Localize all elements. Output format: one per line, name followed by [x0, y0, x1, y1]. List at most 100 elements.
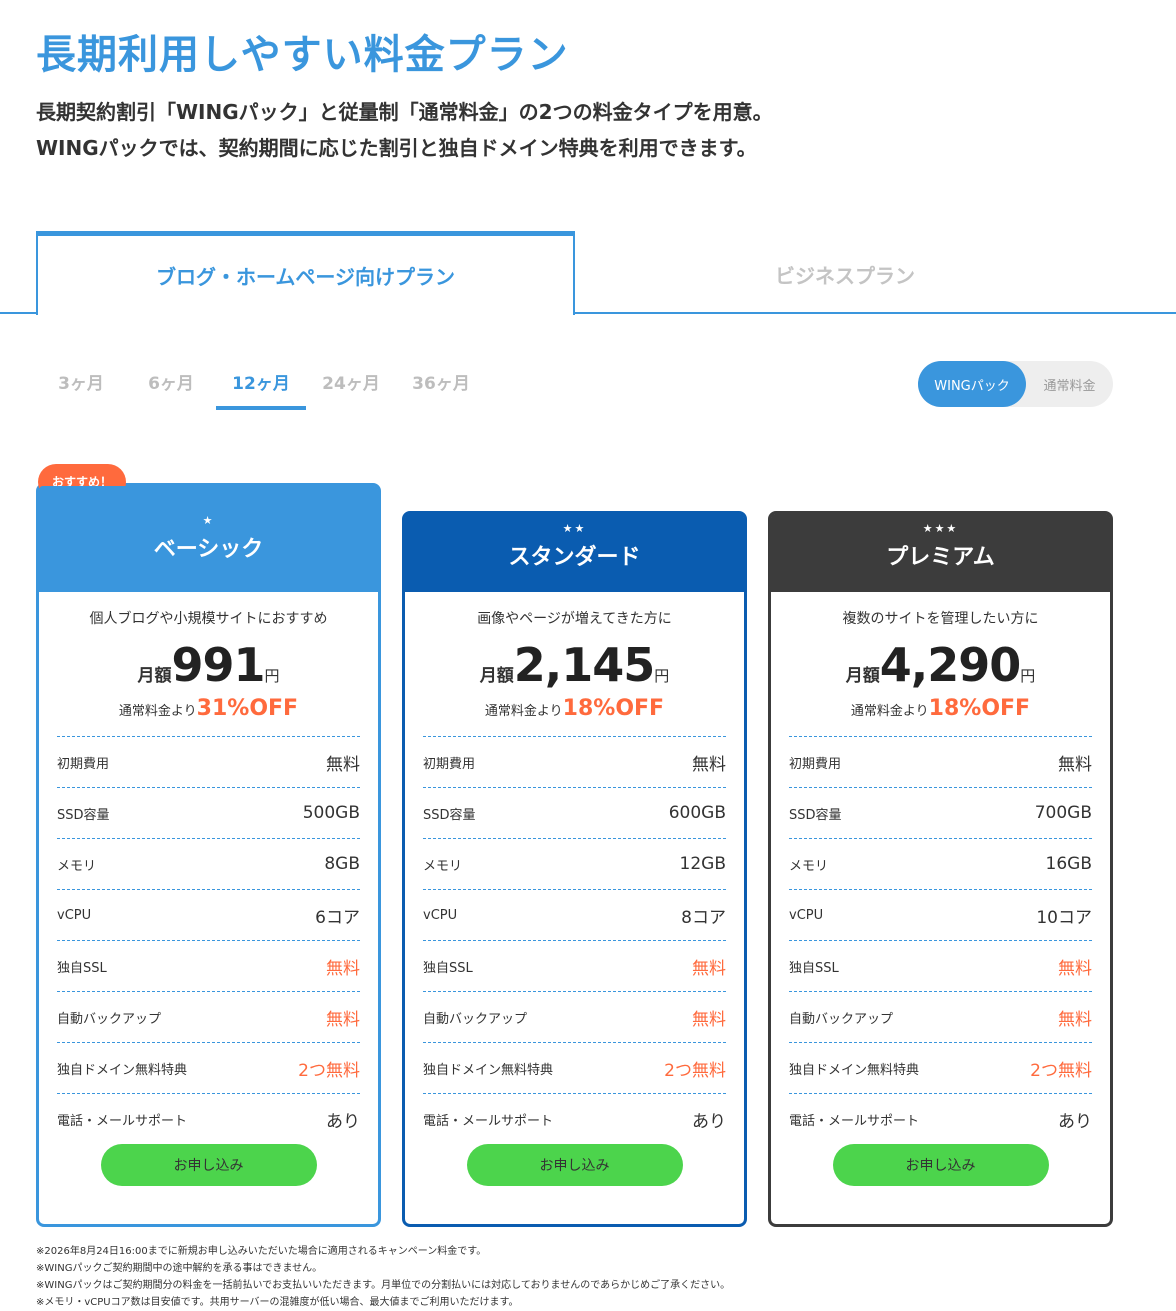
spec-label: 電話・メールサポート	[57, 1113, 188, 1129]
spec-row: SSD容量 500GB	[57, 787, 360, 838]
period-tab-36-months[interactable]: 36ヶ月	[396, 364, 486, 410]
lead-text: 長期契約割引「WINGパック」と従量制「通常料金」の2つの料金タイプを用意。 W…	[36, 94, 773, 166]
apply-button[interactable]: お申し込み	[466, 1144, 683, 1186]
spec-row: 初期費用 無料	[57, 736, 360, 787]
spec-row: 独自SSL 無料	[789, 940, 1092, 991]
plan-stars: ★	[202, 514, 215, 527]
spec-value: 2つ無料	[664, 1060, 726, 1081]
price-unit: 円	[1020, 667, 1036, 685]
apply-button[interactable]: お申し込み	[832, 1144, 1049, 1186]
price-unit: 円	[654, 667, 670, 685]
spec-value: 600GB	[668, 803, 726, 823]
plan-card-header: ★★★ プレミアム	[771, 514, 1110, 592]
price-prefix: 月額	[845, 666, 880, 686]
spec-row: 電話・メールサポート あり	[57, 1093, 360, 1144]
spec-label: 初期費用	[423, 756, 476, 772]
spec-row: メモリ 8GB	[57, 838, 360, 889]
spec-value: 無料	[1058, 1009, 1092, 1030]
spec-row: SSD容量 600GB	[423, 787, 726, 838]
plan-price: 月額4,290円	[789, 638, 1092, 694]
spec-label: 独自ドメイン無料特典	[789, 1062, 920, 1078]
page-title: 長期利用しやすい料金プラン	[36, 32, 569, 78]
spec-row: メモリ 12GB	[423, 838, 726, 889]
footnote: ※2026年8月24日16:00までに新規お申し込みいただいた場合に適用されるキ…	[36, 1246, 487, 1257]
spec-value: 700GB	[1034, 803, 1092, 823]
discount-label: 通常料金より	[118, 704, 197, 719]
spec-row: 自動バックアップ 無料	[789, 991, 1092, 1042]
price-amount: 4,290	[879, 638, 1022, 692]
period-tab-12-months[interactable]: 12ヶ月	[216, 364, 306, 410]
spec-label: メモリ	[423, 858, 463, 874]
spec-row: SSD容量 700GB	[789, 787, 1092, 838]
footnote: ※WINGパックはご契約期間分の料金を一括前払いでお支払いいただきます。月単位で…	[36, 1280, 731, 1291]
spec-label: vCPU	[57, 907, 92, 923]
toggle-wing-pack[interactable]: WINGパック	[918, 361, 1026, 407]
plan-discount: 通常料金より31%OFF	[57, 696, 360, 726]
tab-blog-homepage[interactable]: ブログ・ホームページ向けプラン	[36, 231, 575, 315]
period-tab-24-months[interactable]: 24ヶ月	[306, 364, 396, 410]
plan-tagline: 複数のサイトを管理したい方に	[842, 611, 1039, 627]
plan-card-body: 個人ブログや小規模サイトにおすすめ 月額991円 通常料金より31%OFF 初期費用無…	[39, 608, 378, 1186]
spec-list: 初期費用 無料 SSD容量 700GB メモリ 16GB vCPU 10コア 独自SSL 無料 自動…	[789, 736, 1092, 1144]
spec-value: 500GB	[302, 803, 360, 823]
spec-value: 8GB	[324, 854, 360, 874]
plan-card-body: 画像やページが増えてきた方に月額2,145円通常料金より18%OFF 初期費用 無料…	[405, 608, 744, 1186]
spec-value: 無料	[326, 754, 360, 775]
discount-rate: 18%OFF	[562, 696, 665, 721]
spec-label: 独自SSL	[423, 960, 473, 976]
footnotes: ※2026年8月24日16:00までに新規お申し込みいただいた場合に適用されるキ…	[36, 1243, 730, 1311]
plan-tagline: 画像やページが増えてきた方に	[477, 611, 672, 627]
spec-row: vCPU 6コア	[57, 889, 360, 940]
spec-label: メモリ	[57, 858, 97, 874]
discount-rate: 31%OFF	[196, 696, 299, 721]
plan-discount: 通常料金より18%OFF	[423, 696, 726, 726]
spec-value: 12GB	[679, 854, 726, 874]
spec-value: 6コア	[315, 907, 360, 928]
spec-row: 初期費用 無料	[423, 736, 726, 787]
spec-label: vCPU	[423, 907, 458, 923]
spec-label: 初期費用	[789, 756, 842, 772]
plan-card-header: ★ ベーシック	[39, 486, 378, 592]
spec-row: 独自ドメイン無料特典 2つ無料	[57, 1042, 360, 1093]
spec-value: 10コア	[1036, 907, 1092, 928]
plan-stars: ★★★	[922, 522, 959, 535]
discount-label: 通常料金より	[484, 704, 563, 719]
spec-row: vCPU 8コア	[423, 889, 726, 940]
plan-card-body: 複数のサイトを管理したい方に 月額4,290円 通常料金より18%OFF 初期費用 無料…	[771, 608, 1110, 1186]
spec-label: SSD容量	[57, 807, 110, 823]
spec-label: メモリ	[789, 858, 829, 874]
period-tab-3-months[interactable]: 3ヶ月	[36, 364, 126, 410]
toggle-regular-price[interactable]: 通常料金	[1026, 361, 1113, 407]
plan-card-basic: おすすめ！ ★ ベーシック 個人ブログや小規模サイトにおすすめ 月額991円 通常料…	[36, 464, 381, 1227]
spec-value: 無料	[1058, 958, 1092, 979]
spec-label: 自動バックアップ	[423, 1011, 528, 1027]
spec-value: 2つ無料	[1030, 1060, 1092, 1081]
spec-row: 独自SSL 無料	[57, 940, 360, 991]
period-tab-6-months[interactable]: 6ヶ月	[126, 364, 216, 410]
spec-value: 無料	[326, 958, 360, 979]
plan-card-header: ★★ スタンダード	[405, 514, 744, 592]
spec-value: 2つ無料	[298, 1060, 360, 1081]
spec-label: vCPU	[789, 907, 824, 923]
spec-label: 初期費用	[57, 756, 110, 772]
apply-button[interactable]: お申し込み	[100, 1144, 317, 1186]
spec-row: 自動バックアップ 無料	[57, 991, 360, 1042]
spec-row: 独自ドメイン無料特典 2つ無料	[423, 1042, 726, 1093]
plan-card-standard: ★★ スタンダード 画像やページが増えてきた方に月額2,145円通常料金より18…	[402, 511, 747, 1227]
spec-row: 初期費用 無料	[789, 736, 1092, 787]
spec-label: 電話・メールサポート	[423, 1113, 554, 1129]
spec-row: 自動バックアップ 無料	[423, 991, 726, 1042]
spec-label: 独自ドメイン無料特典	[57, 1062, 188, 1078]
tab-business[interactable]: ビジネスプラン	[575, 236, 1115, 312]
plan-name: プレミアム	[886, 545, 995, 570]
spec-value: 無料	[692, 754, 726, 775]
spec-value: 無料	[1058, 754, 1092, 775]
plan-name: スタンダード	[508, 545, 641, 570]
spec-value: 無料	[326, 1009, 360, 1030]
price-prefix: 月額	[479, 666, 514, 686]
spec-label: 独自SSL	[57, 960, 107, 976]
plan-name: ベーシック	[153, 537, 264, 562]
price-amount: 2,145	[513, 638, 656, 692]
price-type-toggle: WINGパック 通常料金	[918, 361, 1113, 407]
spec-value: 8コア	[681, 907, 726, 928]
